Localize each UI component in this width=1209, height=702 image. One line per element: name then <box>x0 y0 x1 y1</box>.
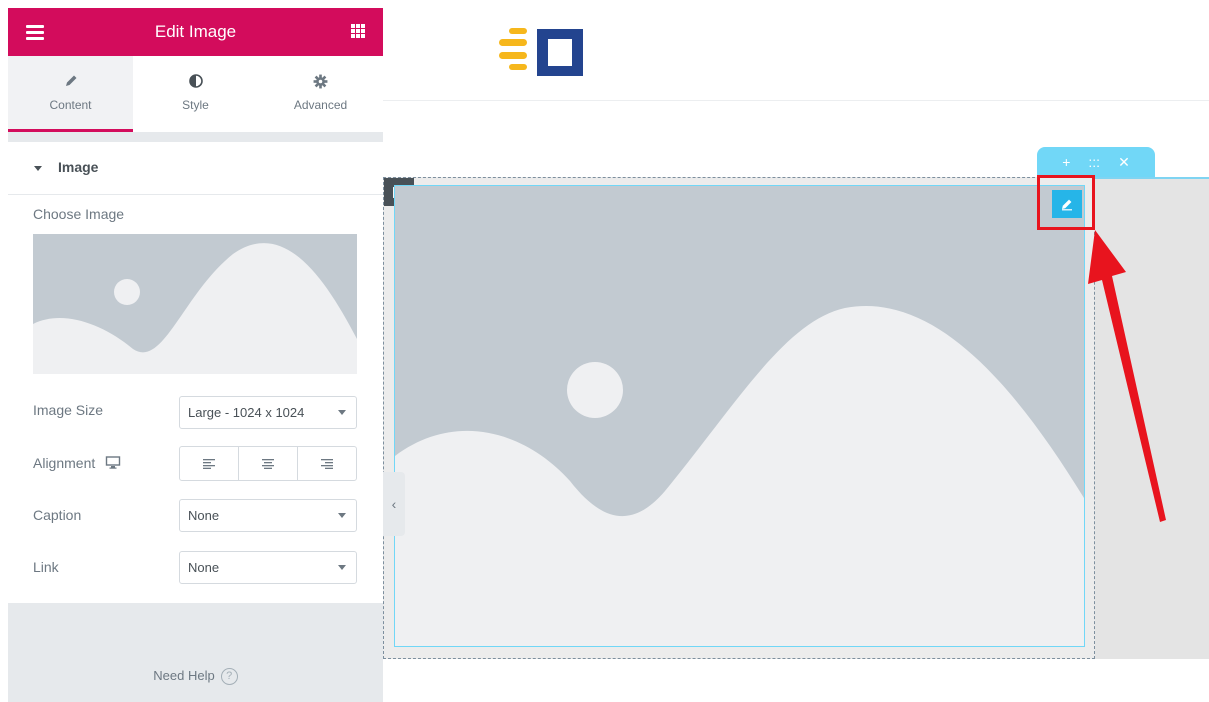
alignment-control <box>179 446 357 481</box>
add-section-button[interactable]: + <box>1062 154 1070 170</box>
tab-content[interactable]: Content <box>8 56 133 132</box>
align-center-icon <box>262 458 274 469</box>
tab-advanced[interactable]: Advanced <box>258 56 383 132</box>
need-help-text: Need Help <box>153 668 215 683</box>
align-center-button[interactable] <box>239 447 298 480</box>
help-question-icon: ? <box>220 668 238 686</box>
caption-select[interactable]: None <box>179 499 357 532</box>
link-value: None <box>188 560 220 575</box>
widgets-grid-icon[interactable] <box>351 24 365 38</box>
image-chooser-thumbnail[interactable] <box>33 234 357 374</box>
align-right-icon <box>321 458 333 469</box>
image-size-select[interactable]: Large - 1024 x 1024 <box>179 396 357 429</box>
tab-style-label: Style <box>182 98 209 112</box>
half-circle-icon <box>188 74 203 88</box>
align-left-icon <box>203 458 215 469</box>
header-divider <box>383 100 1209 101</box>
site-logo <box>499 28 583 76</box>
editor-panel: Edit Image Content Style Advanced Image … <box>8 8 383 702</box>
annotation-highlight-box <box>1037 175 1095 230</box>
alignment-label-text: Alignment <box>33 455 96 471</box>
tab-advanced-label: Advanced <box>293 98 348 112</box>
image-size-value: Large - 1024 x 1024 <box>188 405 305 420</box>
image-widget[interactable] <box>394 185 1085 647</box>
image-placeholder-icon <box>33 243 357 374</box>
need-help-link[interactable]: Need Help? <box>8 668 383 686</box>
section-title: Image <box>58 159 99 175</box>
caption-label: Caption <box>33 507 82 523</box>
link-select[interactable]: None <box>179 551 357 584</box>
caret-down-icon <box>34 166 42 171</box>
panel-header: Edit Image <box>8 8 383 56</box>
image-size-label: Image Size <box>33 402 104 418</box>
section-toolbar: + ::: ✕ <box>1037 147 1155 177</box>
link-label: Link <box>33 559 59 575</box>
choose-image-label: Choose Image <box>33 206 125 222</box>
panel-footer: Need Help? <box>8 603 383 702</box>
caption-value: None <box>188 508 220 523</box>
alignment-label: Alignment <box>33 455 121 471</box>
desktop-icon[interactable] <box>105 456 121 469</box>
collapse-panel-button[interactable]: ‹ <box>383 472 405 536</box>
gear-icon <box>313 74 328 88</box>
panel-tabs: Content Style Advanced <box>8 56 383 132</box>
chevron-down-icon <box>338 513 346 518</box>
chevron-down-icon <box>338 565 346 570</box>
align-left-button[interactable] <box>180 447 239 480</box>
image-widget-placeholder <box>395 186 1084 646</box>
tab-style[interactable]: Style <box>133 56 258 132</box>
tab-content-label: Content <box>49 98 92 112</box>
panel-title: Edit Image <box>154 22 237 41</box>
annotation-arrow <box>1088 230 1166 522</box>
section-image-header[interactable]: Image <box>8 142 383 195</box>
tabs-divider <box>8 132 383 142</box>
align-right-button[interactable] <box>298 447 356 480</box>
pencil-icon <box>65 75 76 86</box>
chevron-down-icon <box>338 410 346 415</box>
drag-section-handle[interactable]: ::: <box>1088 154 1100 170</box>
delete-section-button[interactable]: ✕ <box>1118 154 1130 171</box>
